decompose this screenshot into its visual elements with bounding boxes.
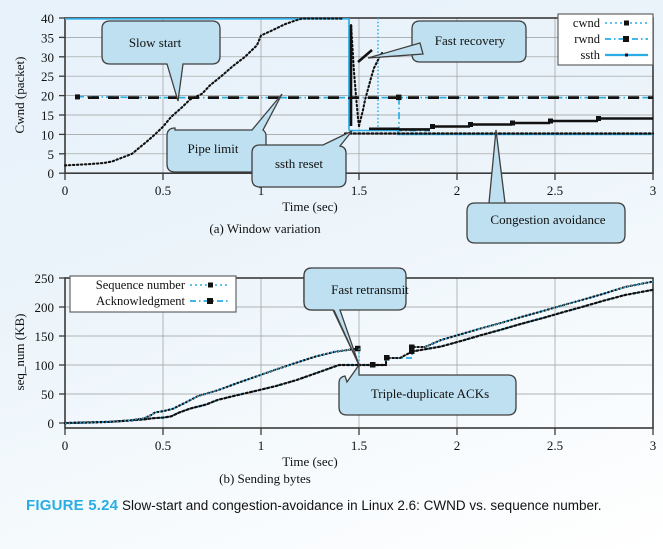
- x-tick-a-2: 2: [454, 183, 461, 198]
- x-tickmarks-b: [64, 428, 654, 435]
- callout-fast-recovery: Fast recovery: [367, 20, 527, 63]
- y-tick-b-0: 0: [48, 416, 55, 431]
- x-axis-label-a: Time (sec): [282, 199, 338, 214]
- x-tick-a-0.5: 0.5: [155, 183, 171, 198]
- y-tick-a-35: 35: [41, 30, 54, 45]
- legend-b-label-ack: Acknowledgment: [96, 294, 185, 308]
- x-tick-a-3: 3: [650, 183, 657, 198]
- callout-slow-start-label: Slow start: [129, 35, 182, 50]
- x-tick-b-2.5: 2.5: [547, 438, 563, 453]
- x-tick-a-2.5: 2.5: [547, 183, 563, 198]
- callout-fast-retransmit-label: Fast retransmit: [331, 282, 409, 297]
- y-tick-a-15: 15: [41, 108, 54, 123]
- legend-b: Sequence number Acknowledgment: [69, 275, 237, 313]
- legend-a-label-ssth: ssth: [581, 48, 601, 62]
- callout-ssth-reset: ssth reset: [251, 130, 353, 188]
- y-tick-a-10: 10: [41, 127, 54, 142]
- legend-a-swatch-ssth: [605, 53, 648, 57]
- y-tick-b-50: 50: [41, 387, 54, 402]
- figure-container: 40 35 30 25 20 15 10 5 0 0 0.5 1 1.5 2 2…: [0, 0, 663, 549]
- legend-b-label-seq: Sequence number: [96, 278, 186, 292]
- figure-number: FIGURE 5.24: [26, 497, 119, 514]
- x-tickmarks-a: [64, 173, 654, 180]
- panel-a-caption: (a) Window variation: [209, 221, 321, 236]
- x-tick-b-3: 3: [650, 438, 657, 453]
- x-tick-b-2: 2: [454, 438, 461, 453]
- y-tick-a-20: 20: [41, 89, 54, 104]
- panel-sending-bytes: 250 200 150 100 50 0 0 0.5 1 1.5 2 2.5 3…: [0, 255, 663, 486]
- legend-a-label-rwnd: rwnd: [574, 32, 600, 46]
- y-tick-a-40: 40: [41, 11, 54, 26]
- callout-pipe-limit-label: Pipe limit: [188, 141, 239, 156]
- x-tick-b-1: 1: [258, 438, 265, 453]
- y-tick-b-100: 100: [35, 358, 55, 373]
- callout-triple-duplicate-acks: Triple-duplicate ACKs: [338, 362, 517, 416]
- y-tickmarks-b: [59, 277, 65, 424]
- series-rwnd: [75, 94, 653, 132]
- chart-b-svg: 250 200 150 100 50 0 0 0.5 1 1.5 2 2.5 3…: [12, 267, 657, 486]
- y-tick-a-5: 5: [48, 147, 55, 162]
- x-tick-a-0: 0: [62, 183, 69, 198]
- y-tick-b-250: 250: [35, 271, 55, 286]
- x-axis-label-b: Time (sec): [282, 454, 338, 469]
- y-tick-a-0: 0: [48, 166, 55, 181]
- y-tick-a-25: 25: [41, 69, 54, 84]
- y-axis-label-b: seq_num (KB): [12, 314, 27, 391]
- figure-caption-text: Slow-start and congestion-avoidance in L…: [122, 498, 602, 513]
- x-tick-a-1.5: 1.5: [351, 183, 367, 198]
- callout-triple-duplicate-acks-label: Triple-duplicate ACKs: [371, 386, 489, 401]
- x-tick-b-1.5: 1.5: [351, 438, 367, 453]
- figure-caption: FIGURE 5.24 Slow-start and congestion-av…: [26, 496, 640, 517]
- callout-fast-recovery-label: Fast recovery: [435, 33, 506, 48]
- panel-window-variation: 40 35 30 25 20 15 10 5 0 0 0.5 1 1.5 2 2…: [0, 0, 663, 250]
- legend-a: cwnd rwnd ssth: [557, 13, 654, 66]
- chart-a-svg: 40 35 30 25 20 15 10 5 0 0 0.5 1 1.5 2 2…: [12, 11, 657, 244]
- x-tick-b-0.5: 0.5: [155, 438, 171, 453]
- y-tickmarks-a: [59, 17, 65, 174]
- x-tick-b-0: 0: [62, 438, 69, 453]
- y-axis-label-a: Cwnd (packet): [12, 57, 27, 134]
- y-tick-a-30: 30: [41, 50, 54, 65]
- callout-congestion-avoidance-label: Congestion avoidance: [490, 212, 605, 227]
- y-tick-b-150: 150: [35, 329, 55, 344]
- callout-ssth-reset-label: ssth reset: [275, 156, 323, 171]
- callout-slow-start: Slow start: [101, 20, 221, 102]
- legend-a-label-cwnd: cwnd: [573, 16, 601, 30]
- y-tick-b-200: 200: [35, 300, 55, 315]
- panel-b-caption: (b) Sending bytes: [219, 471, 311, 486]
